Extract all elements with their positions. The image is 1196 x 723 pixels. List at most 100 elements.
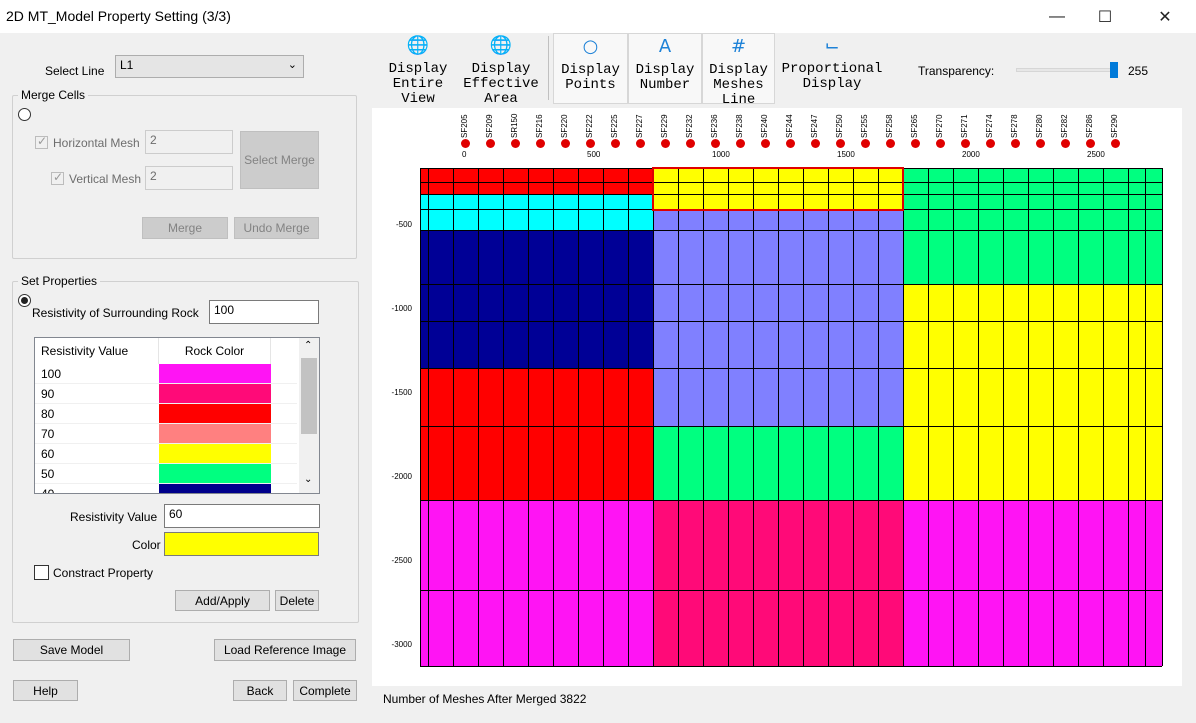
meshes-count-status: Number of Meshes After Merged 3822 — [383, 692, 587, 706]
vertical-mesh-checkbox[interactable] — [51, 170, 64, 185]
scroll-up-icon[interactable]: ⌃ — [304, 340, 312, 351]
vertical-mesh-field[interactable]: 2 — [145, 166, 233, 190]
resistivity-cell: 50 — [41, 467, 55, 481]
mesh-line — [420, 426, 1162, 427]
display-effective-area-button[interactable]: 🌐 Display Effective Area — [460, 33, 542, 107]
display-meshes-line-line3: Line — [721, 92, 756, 108]
model-block — [420, 500, 653, 666]
rock-color-cell — [159, 464, 271, 483]
station-label: SF270 — [935, 114, 944, 138]
merge-button[interactable]: Merge — [142, 217, 228, 239]
save-model-button[interactable]: Save Model — [13, 639, 130, 661]
transparency-slider-track[interactable] — [1016, 68, 1118, 72]
x-tick-label: 0 — [462, 150, 467, 159]
table-row[interactable]: 100 — [35, 364, 297, 384]
rock-color-cell — [159, 424, 271, 443]
station-label: SF286 — [1085, 114, 1094, 138]
add-apply-button[interactable]: Add/Apply — [175, 590, 270, 611]
maximize-icon[interactable]: ☐ — [1082, 0, 1128, 33]
table-row[interactable]: 70 — [35, 424, 297, 444]
table-row[interactable]: 50 — [35, 464, 297, 484]
rock-color-cell — [159, 444, 271, 463]
station-dot — [811, 139, 820, 148]
complete-button[interactable]: Complete — [293, 680, 357, 701]
station-label: SF227 — [635, 114, 644, 138]
scroll-down-icon[interactable]: ⌄ — [304, 474, 312, 485]
mesh-line — [628, 168, 629, 666]
surrounding-rock-label: Resistivity of Surrounding Rock — [32, 306, 199, 320]
table-row[interactable]: 90 — [35, 384, 297, 404]
resistivity-table[interactable]: Resistivity Value Rock Color 100 90 80 70 60… — [34, 337, 320, 494]
horizontal-mesh-field[interactable]: 2 — [145, 130, 233, 154]
display-number-line2: Number — [639, 77, 691, 93]
scroll-thumb[interactable] — [301, 358, 317, 434]
title-bar: 2D MT_Model Property Setting (3/3) — ☐ ✕ — [0, 0, 1196, 33]
model-canvas[interactable]: SF205 SF209 SR150 SF216 SF220 SF222 SF225 SF227… — [372, 108, 1182, 686]
table-header-color[interactable]: Rock Color — [159, 338, 271, 364]
mesh-line — [653, 168, 654, 666]
mesh-line — [878, 168, 879, 666]
contract-property-checkbox[interactable] — [34, 565, 49, 580]
mesh-line — [420, 284, 1162, 285]
letter-a-icon: A — [658, 36, 672, 57]
station-label: SF265 — [910, 114, 919, 138]
display-entire-view-button[interactable]: 🌐 Display Entire View — [382, 33, 454, 107]
display-points-button[interactable]: ○ Display Points — [553, 33, 628, 104]
mesh-line — [678, 168, 679, 666]
back-button[interactable]: Back — [233, 680, 287, 701]
station-label: SF229 — [660, 114, 669, 138]
proportional-display-line2: Display — [802, 76, 862, 92]
display-meshes-line-line2: Meshes — [713, 77, 764, 93]
mesh-line — [728, 168, 729, 666]
station-dot — [636, 139, 645, 148]
display-meshes-line-button[interactable]: # Display Meshes Line — [702, 33, 775, 108]
mesh-line — [703, 168, 704, 666]
surrounding-rock-field[interactable]: 100 — [209, 300, 319, 324]
mesh-line — [1078, 168, 1079, 666]
resistivity-cell: 70 — [41, 427, 55, 441]
x-tick-label: 500 — [587, 150, 601, 159]
mesh-line — [428, 168, 429, 666]
display-points-line2: Points — [565, 77, 616, 93]
mesh-line — [828, 168, 829, 666]
table-header-value[interactable]: Resistivity Value — [35, 338, 159, 364]
select-line-combo[interactable]: L1 ⌄ — [115, 55, 304, 78]
station-label: SF222 — [585, 114, 594, 138]
select-merge-button[interactable]: Select Merge — [240, 131, 319, 189]
x-tick-label: 1000 — [712, 150, 730, 159]
proportional-display-button[interactable]: ⌙ Proportional Display — [780, 33, 884, 104]
resistivity-value-label: Resistivity Value — [70, 510, 158, 524]
help-button[interactable]: Help — [13, 680, 78, 701]
model-block — [420, 194, 653, 230]
color-picker[interactable] — [164, 532, 319, 556]
resistivity-cell: 80 — [41, 407, 55, 421]
set-properties-radio[interactable] — [18, 294, 31, 307]
undo-merge-button[interactable]: Undo Merge — [234, 217, 319, 239]
merge-cells-radio[interactable] — [18, 108, 31, 121]
load-reference-image-button[interactable]: Load Reference Image — [214, 639, 356, 661]
display-entire-view-line1: Display — [388, 61, 448, 77]
mesh-line — [978, 168, 979, 666]
mesh-line — [1103, 168, 1104, 666]
select-line-label: Select Line — [45, 64, 105, 78]
table-row[interactable]: 80 — [35, 404, 297, 424]
close-icon[interactable]: ✕ — [1142, 0, 1188, 33]
station-label: SF216 — [535, 114, 544, 138]
minimize-icon[interactable]: — — [1034, 0, 1080, 33]
mesh-line — [778, 168, 779, 666]
display-number-line1: Display — [635, 62, 695, 78]
station-label: SF225 — [610, 114, 619, 138]
rock-color-cell — [159, 384, 271, 403]
window-title: 2D MT_Model Property Setting (3/3) — [6, 8, 231, 24]
horizontal-mesh-checkbox[interactable] — [35, 134, 48, 149]
transparency-slider-thumb[interactable] — [1110, 62, 1118, 78]
table-scrollbar[interactable]: ⌃ ⌄ — [299, 338, 319, 493]
table-row[interactable]: 40 — [35, 484, 297, 493]
delete-button[interactable]: Delete — [275, 590, 319, 611]
resistivity-value-field[interactable]: 60 — [164, 504, 320, 528]
table-row[interactable]: 60 — [35, 444, 297, 464]
display-points-line1: Display — [561, 62, 620, 78]
display-number-button[interactable]: A Display Number — [628, 33, 702, 104]
station-label: SF278 — [1010, 114, 1019, 138]
mesh-line — [420, 500, 1162, 501]
